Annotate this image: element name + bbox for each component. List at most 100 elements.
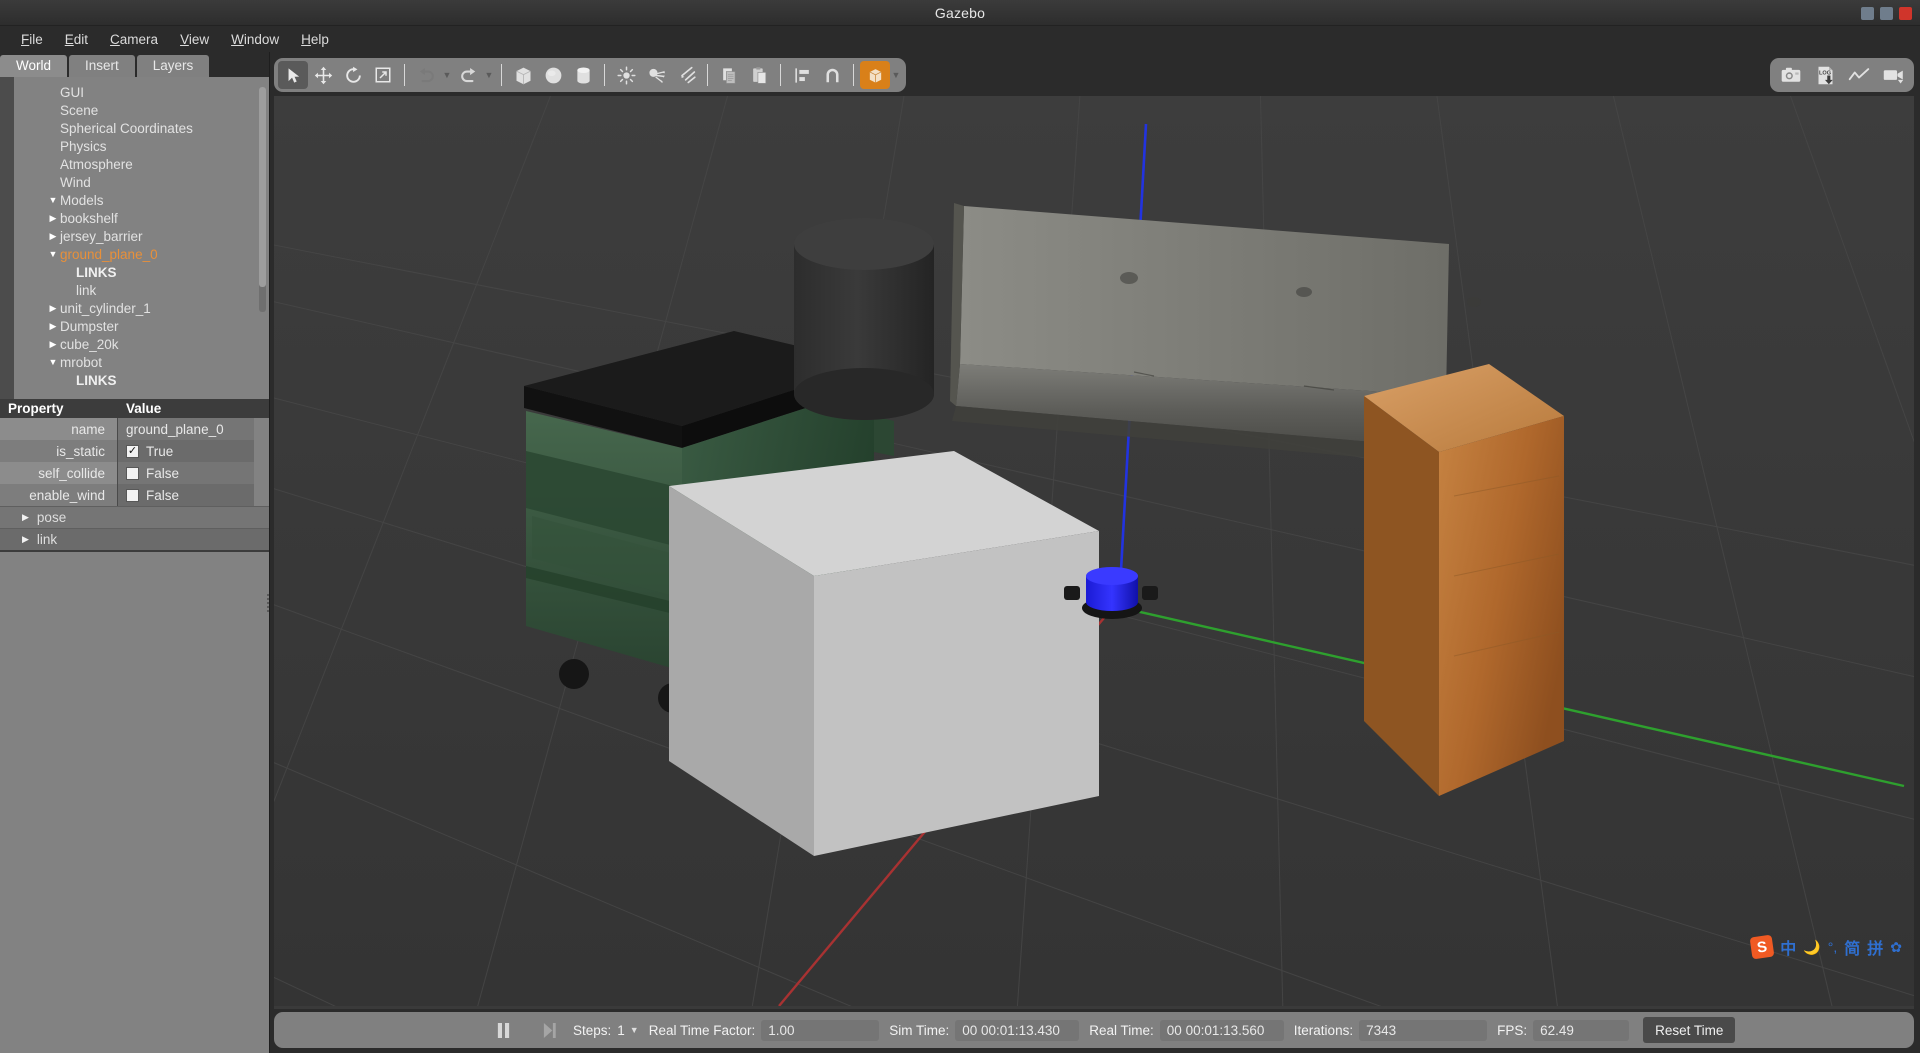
insert-box-button[interactable] [508,61,538,89]
ime-pinyin[interactable]: 拼 [1867,935,1883,959]
property-group-pose[interactable]: ▶ pose [0,506,269,528]
insert-point-light-button[interactable] [611,61,641,89]
video-record-button[interactable] [1878,61,1908,89]
close-button[interactable] [1899,6,1912,20]
select-mode-tool[interactable] [278,61,308,89]
undo-button[interactable] [411,61,441,89]
tree-item-models[interactable]: ▼ Models [14,191,269,209]
property-group-link[interactable]: ▶ link [0,528,269,550]
insert-cylinder-button[interactable] [568,61,598,89]
tree-item-label: Models [60,192,104,208]
property-value[interactable]: False [118,462,254,484]
chevron-right-icon[interactable]: ▶ [46,227,60,245]
chevron-down-icon[interactable]: ▼ [630,1025,639,1035]
tree-item-mrobot[interactable]: ▼ mrobot [14,353,269,371]
tab-layers[interactable]: Layers [136,55,210,77]
insert-sphere-button[interactable] [538,61,568,89]
paste-button[interactable] [744,61,774,89]
pause-button[interactable] [489,1017,517,1043]
redo-dropdown-arrow[interactable]: ▼ [483,61,495,89]
gear-icon[interactable]: ✿ [1890,939,1902,956]
tree-item-bookshelf[interactable]: ▶ bookshelf [14,209,269,227]
tree-item-scene[interactable]: Scene [14,101,269,119]
tree-item-physics[interactable]: Physics [14,137,269,155]
property-name: is_static [0,440,118,462]
chevron-down-icon[interactable]: ▼ [46,353,60,371]
translate-mode-tool[interactable] [308,61,338,89]
log-record-button[interactable]: LOG [1810,61,1840,89]
insert-spot-light-button[interactable] [641,61,671,89]
property-value[interactable]: ✓ True [118,440,254,462]
minimize-button[interactable] [1861,6,1874,20]
chevron-down-icon[interactable]: ▼ [46,191,60,209]
snap-button[interactable] [817,61,847,89]
checkbox-unchecked-icon[interactable] [126,488,139,502]
reset-time-button[interactable]: Reset Time [1643,1017,1736,1043]
tree-item-link[interactable]: link [14,281,269,299]
rotate-mode-tool[interactable] [338,61,368,89]
tab-insert[interactable]: Insert [69,55,135,77]
property-value[interactable]: ground_plane_0 [118,418,254,440]
status-bar-wrap: Steps: 1 ▼ Real Time Factor: 1.00 Sim Ti… [270,1009,1920,1053]
ime-mode-chinese[interactable]: 中 [1780,935,1796,959]
ime-simplified[interactable]: 简 [1844,935,1860,959]
panel-empty-area [0,552,269,1053]
tree-item-gui[interactable]: GUI [14,83,269,101]
world-tree[interactable]: GUI Scene Spherical Coordinates Physics Atmo… [0,77,269,399]
ime-tray[interactable]: S 中 🌙 °, 简 拼 ✿ [1747,933,1906,961]
step-button[interactable] [535,1017,563,1043]
plot-button[interactable] [1844,61,1874,89]
chevron-right-icon[interactable]: ▶ [22,512,29,523]
tree-item-jersey-barrier[interactable]: ▶ jersey_barrier [14,227,269,245]
cube-20k-model [669,451,1099,856]
checkbox-unchecked-icon[interactable] [126,466,139,480]
tab-world[interactable]: World [0,55,68,77]
tree-item-cube-20k[interactable]: ▶ cube_20k [14,335,269,353]
ime-punctuation[interactable]: °, [1828,939,1838,955]
steps-stepper[interactable]: 1 ▼ [617,1023,638,1038]
maximize-button[interactable] [1880,6,1893,20]
align-button[interactable] [787,61,817,89]
property-value-text: False [146,487,180,503]
menu-help[interactable]: Help [290,29,340,50]
steps-label: Steps: [573,1022,612,1038]
copy-button[interactable] [714,61,744,89]
chevron-right-icon[interactable]: ▶ [46,335,60,353]
tree-item-dumpster[interactable]: ▶ Dumpster [14,317,269,335]
insert-directional-light-button[interactable] [671,61,701,89]
property-value[interactable]: False [118,484,254,506]
checkbox-checked-icon[interactable]: ✓ [126,444,139,458]
chevron-right-icon[interactable]: ▶ [46,299,60,317]
screenshot-button[interactable] [1776,61,1806,89]
undo-dropdown-arrow[interactable]: ▼ [441,61,453,89]
scale-mode-tool[interactable] [368,61,398,89]
iterations-label: Iterations: [1293,1022,1354,1038]
tree-item-atmosphere[interactable]: Atmosphere [14,155,269,173]
menu-edit-label: dit [73,31,89,47]
change-view-button[interactable] [860,61,890,89]
chevron-right-icon[interactable]: ▶ [22,534,29,545]
change-view-dropdown-arrow[interactable]: ▼ [890,61,902,89]
menu-help-mnemonic: H [301,31,311,47]
tree-item-links[interactable]: LINKS [14,371,269,389]
menu-file[interactable]: File [10,29,54,50]
chevron-right-icon[interactable]: ▶ [46,209,60,227]
tree-scrollbar[interactable] [259,87,266,312]
toolbar-right-group: LOG [1770,58,1914,92]
3d-viewport[interactable]: S 中 🌙 °, 简 拼 ✿ [274,96,1914,1009]
tree-item-ground-plane-0[interactable]: ▼ ground_plane_0 [14,245,269,263]
tree-item-links[interactable]: LINKS [14,263,269,281]
redo-button[interactable] [453,61,483,89]
menu-window[interactable]: Window [220,29,290,50]
tree-item-spherical-coordinates[interactable]: Spherical Coordinates [14,119,269,137]
menu-edit[interactable]: Edit [54,29,99,50]
tree-item-unit-cylinder-1[interactable]: ▶ unit_cylinder_1 [14,299,269,317]
3d-scene[interactable] [274,96,1914,1006]
tree-item-wind[interactable]: Wind [14,173,269,191]
moon-icon[interactable]: 🌙 [1803,939,1820,956]
chevron-right-icon[interactable]: ▶ [46,317,60,335]
property-name: self_collide [0,462,118,484]
menu-view[interactable]: View [169,29,220,50]
chevron-down-icon[interactable]: ▼ [46,245,60,263]
menu-camera[interactable]: Camera [99,29,169,50]
